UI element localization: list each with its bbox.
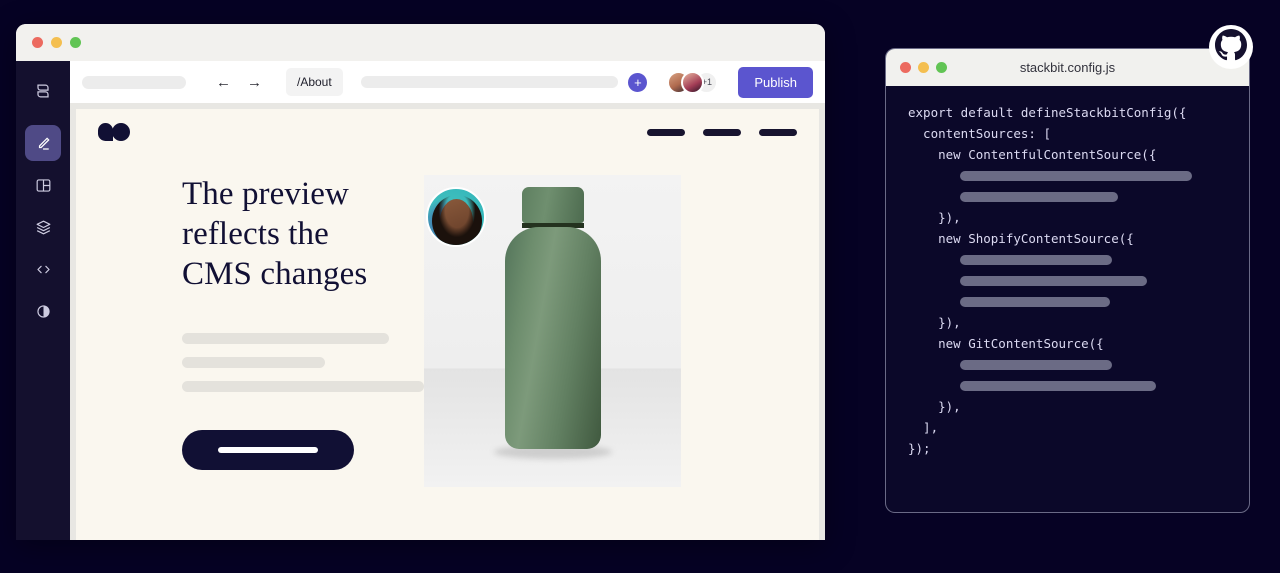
page-path-chip[interactable]: /About <box>286 68 343 96</box>
code-line <box>886 165 1249 186</box>
publish-button[interactable]: Publish <box>738 66 813 98</box>
code-value-placeholder <box>960 170 1192 181</box>
navigation-arrows: ← → <box>216 75 262 90</box>
text-placeholder-line <box>182 356 325 368</box>
product-image[interactable] <box>424 175 681 487</box>
hero-image-column <box>424 175 797 487</box>
layout-panels-icon <box>34 176 53 195</box>
visual-editor-sidebar <box>16 61 70 540</box>
code-line <box>886 249 1249 270</box>
code-value-placeholder <box>960 380 1156 391</box>
code-value-placeholder <box>960 359 1112 370</box>
code-value-placeholder <box>960 275 1147 286</box>
code-editor-content[interactable]: export default defineStackbitConfig({ co… <box>886 86 1249 512</box>
url-bar-wrapper: + <box>360 72 648 92</box>
sidebar-item-layout[interactable] <box>25 167 61 203</box>
code-line: export default defineStackbitConfig({ <box>908 105 1187 120</box>
project-name-placeholder <box>82 75 186 89</box>
body-text-placeholders <box>182 332 424 392</box>
cta-button[interactable] <box>182 429 354 470</box>
text-placeholder-line <box>182 332 389 344</box>
code-value-placeholder <box>960 191 1118 202</box>
site-preview[interactable]: The preview reflects the CMS changes <box>76 109 819 540</box>
url-input[interactable] <box>360 76 619 88</box>
code-line: }), <box>908 399 961 414</box>
sidebar-item-layers[interactable] <box>25 209 61 245</box>
minimize-window-button[interactable] <box>51 37 62 48</box>
forward-icon[interactable]: → <box>247 75 262 90</box>
back-icon[interactable]: ← <box>216 75 231 90</box>
site-header <box>76 109 819 155</box>
code-line: ], <box>908 420 939 435</box>
nav-item[interactable] <box>759 128 797 136</box>
sidebar-item-theme[interactable] <box>25 293 61 329</box>
visual-editor-titlebar <box>16 24 825 61</box>
code-value-placeholder <box>960 254 1112 265</box>
site-logo-mark-icon[interactable] <box>98 123 130 141</box>
page-title[interactable]: The preview reflects the CMS changes <box>182 175 398 295</box>
preview-frame: The preview reflects the CMS changes <box>70 103 825 540</box>
text-placeholder-line <box>182 380 424 392</box>
hero-text-column: The preview reflects the CMS changes <box>98 175 424 487</box>
code-line <box>886 291 1249 312</box>
layers-icon <box>34 218 53 237</box>
sidebar-item-edit[interactable] <box>25 125 61 161</box>
code-editor-window: stackbit.config.js export default define… <box>885 48 1250 513</box>
visual-editor-body: ← → /About + +1 Publish The preview refl… <box>16 61 825 540</box>
water-bottle-icon <box>504 187 601 449</box>
code-value-placeholder <box>960 296 1110 307</box>
code-line: }), <box>908 315 961 330</box>
code-editor-filename: stackbit.config.js <box>1019 60 1116 75</box>
code-line <box>886 375 1249 396</box>
cta-label-placeholder <box>218 446 318 453</box>
maximize-window-button[interactable] <box>70 37 81 48</box>
visual-editor-main: ← → /About + +1 Publish The preview refl… <box>70 61 825 540</box>
code-brackets-icon <box>34 260 53 279</box>
collaborator-avatars: +1 <box>667 70 719 94</box>
code-line: }); <box>908 441 931 456</box>
code-line: new GitContentSource({ <box>908 336 1104 351</box>
code-line <box>886 354 1249 375</box>
close-window-button[interactable] <box>32 37 43 48</box>
editor-toolbar: ← → /About + +1 Publish <box>70 61 825 103</box>
github-icon <box>1215 28 1247 66</box>
code-line <box>886 186 1249 207</box>
visual-editor-window: ← → /About + +1 Publish The preview refl… <box>16 24 825 540</box>
contrast-droplet-icon <box>34 302 53 321</box>
code-line <box>886 270 1249 291</box>
site-nav <box>647 128 797 136</box>
nav-item[interactable] <box>703 128 741 136</box>
add-page-button[interactable]: + <box>628 72 648 92</box>
avatar[interactable] <box>681 70 705 94</box>
hero-section: The preview reflects the CMS changes <box>76 155 819 487</box>
stackbit-logo-icon <box>33 81 53 101</box>
screenshot-stage: ← → /About + +1 Publish The preview refl… <box>0 0 1280 573</box>
code-line: contentSources: [ <box>908 126 1051 141</box>
sidebar-item-stackbit-logo[interactable] <box>25 73 61 109</box>
github-badge[interactable] <box>1209 25 1253 69</box>
pencil-icon <box>34 134 53 153</box>
code-line: new ShopifyContentSource({ <box>908 231 1134 246</box>
collaborator-cursor-avatar <box>426 187 486 247</box>
sidebar-item-code[interactable] <box>25 251 61 287</box>
nav-item[interactable] <box>647 128 685 136</box>
code-line: }), <box>908 210 961 225</box>
code-editor-titlebar: stackbit.config.js <box>886 49 1249 86</box>
code-line: new ContentfulContentSource({ <box>908 147 1157 162</box>
